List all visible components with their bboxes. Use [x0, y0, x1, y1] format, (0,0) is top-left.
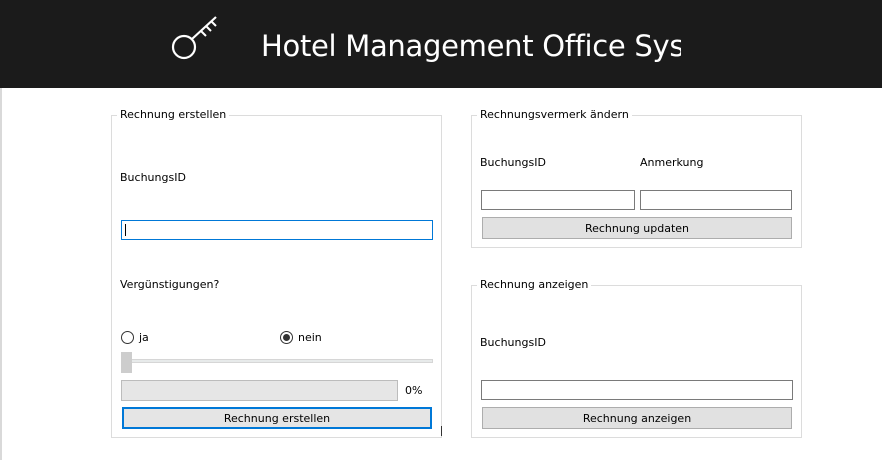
- create-booking-id-label: BuchungsID: [120, 171, 186, 184]
- show-invoice-legend: Rechnung anzeigen: [477, 278, 592, 292]
- update-booking-id-input[interactable]: [481, 190, 635, 210]
- key-icon: [171, 16, 217, 60]
- progress-percent: 0%: [405, 384, 423, 397]
- radio-nein-label[interactable]: nein: [298, 331, 322, 345]
- create-invoice-group: Rechnung erstellen BuchungsID Vergünstig…: [111, 108, 442, 438]
- app-title: Hotel Management Office Sys: [261, 29, 681, 63]
- discount-slider-track[interactable]: [121, 359, 433, 363]
- app-header: Hotel Management Office Sys: [0, 0, 882, 88]
- radio-nein[interactable]: [280, 331, 293, 344]
- create-booking-id-input[interactable]: [121, 220, 433, 240]
- show-invoice-button[interactable]: Rechnung anzeigen: [482, 407, 792, 429]
- update-note-legend: Rechnungsvermerk ändern: [477, 108, 632, 122]
- update-note-group: Rechnungsvermerk ändern BuchungsID Anmer…: [471, 108, 802, 248]
- note-label: Anmerkung: [640, 156, 704, 169]
- create-invoice-legend: Rechnung erstellen: [117, 108, 230, 122]
- resize-marker: [441, 426, 442, 436]
- radio-ja[interactable]: [121, 331, 134, 344]
- show-booking-id-input[interactable]: [481, 380, 793, 400]
- show-booking-id-label: BuchungsID: [480, 336, 546, 349]
- note-input[interactable]: [640, 190, 792, 210]
- discount-label: Vergünstigungen?: [120, 278, 220, 291]
- text-caret: [125, 224, 126, 236]
- progress-bar: [121, 380, 398, 401]
- show-invoice-group: Rechnung anzeigen BuchungsID Rechnung an…: [471, 278, 802, 438]
- discount-slider-thumb[interactable]: [121, 352, 132, 373]
- window-edge: [0, 88, 2, 460]
- update-invoice-button[interactable]: Rechnung updaten: [482, 217, 792, 239]
- create-invoice-button[interactable]: Rechnung erstellen: [122, 407, 432, 429]
- radio-ja-label[interactable]: ja: [139, 331, 149, 345]
- update-booking-id-label: BuchungsID: [480, 156, 546, 169]
